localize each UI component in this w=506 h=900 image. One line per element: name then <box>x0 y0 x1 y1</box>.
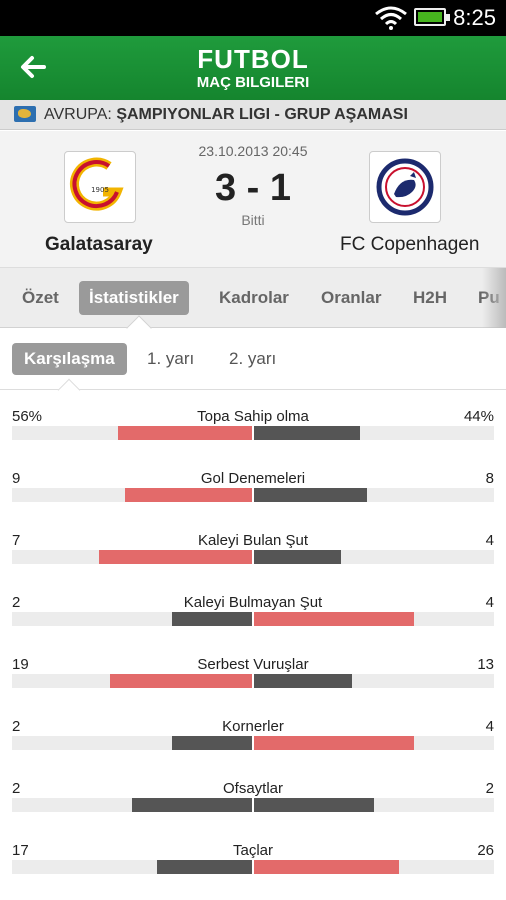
stat-label: Kaleyi Bulmayan Şut <box>183 594 323 611</box>
match-status: Bitti <box>241 212 265 228</box>
tabs-scroll-fade <box>482 268 506 328</box>
stat-label: Serbest Vuruşlar <box>197 656 309 673</box>
competition-league: ŞAMPIYONLAR LIGI - GRUP AŞAMASI <box>116 106 408 123</box>
stat-home-track <box>12 736 252 750</box>
stat-home-bar <box>117 426 252 440</box>
stat-away-value: 13 <box>477 656 494 673</box>
stat-away-value: 4 <box>485 594 494 611</box>
stat-home-bar <box>157 860 252 874</box>
subtab-second-half[interactable]: 2. yarı <box>229 343 276 375</box>
stat-away-track <box>254 674 494 688</box>
tab-ozet[interactable]: Özet <box>22 281 59 315</box>
stat-away-track <box>254 612 494 626</box>
away-team-name[interactable]: FC Copenhagen <box>340 234 479 256</box>
stat-home-track <box>12 612 252 626</box>
stat-away-value: 26 <box>477 842 494 859</box>
stat-home-track <box>12 426 252 440</box>
stat-label: Gol Denemeleri <box>200 470 306 487</box>
stat-away-track <box>254 736 494 750</box>
stat-away-track <box>254 426 494 440</box>
stat-home-track <box>12 550 252 564</box>
home-team-name[interactable]: Galatasaray <box>45 234 153 256</box>
page-title: FUTBOL <box>197 44 309 74</box>
stat-row: 17 Taçlar 26 <box>0 832 506 894</box>
competition-bar: AVRUPA: ŞAMPIYONLAR LIGI - GRUP AŞAMASI <box>0 100 506 130</box>
match-tabs: Özet İstatistikler Kadrolar Oranlar H2H … <box>0 268 506 328</box>
stat-label: Topa Sahip olma <box>197 408 309 425</box>
stat-label: Kaleyi Bulan Şut <box>197 532 309 549</box>
stat-row: 7 Kaleyi Bulan Şut 4 <box>0 522 506 584</box>
stat-away-value: 4 <box>485 718 494 735</box>
tab-oranlar[interactable]: Oranlar <box>321 281 381 315</box>
stat-away-bar <box>254 736 414 750</box>
competition-region: AVRUPA: <box>44 106 112 123</box>
stat-label: Ofsaytlar <box>222 780 283 797</box>
stat-row: 19 Serbest Vuruşlar 13 <box>0 646 506 708</box>
stat-away-bar <box>254 612 414 626</box>
stat-away-bar <box>254 798 374 812</box>
app-header: FUTBOL MAÇ BILGILERI <box>0 36 506 100</box>
stat-label: Taçlar <box>232 842 273 859</box>
stat-away-bar <box>254 488 367 502</box>
stat-away-value: 44% <box>463 408 494 425</box>
stat-home-bar <box>99 550 252 564</box>
stat-away-bar <box>254 860 400 874</box>
battery-icon <box>414 8 450 26</box>
stat-away-bar <box>254 674 352 688</box>
stat-home-bar <box>124 488 252 502</box>
clock: 8:25 <box>453 5 496 30</box>
status-bar: 8:25 <box>0 0 506 36</box>
competition-label: AVRUPA: ŞAMPIYONLAR LIGI - GRUP AŞAMASI <box>44 106 408 124</box>
tab-h2h[interactable]: H2H <box>413 281 447 315</box>
period-tabs: Karşılaşma 1. yarı 2. yarı <box>0 328 506 390</box>
match-header: 1905 23.10.2013 20:45 3 - 1 Bitti Galata… <box>0 131 506 268</box>
stat-away-value: 8 <box>485 470 494 487</box>
wifi-icon <box>375 6 407 30</box>
match-score: 3 - 1 <box>214 167 292 209</box>
subtab-first-half[interactable]: 1. yarı <box>147 343 194 375</box>
stat-away-bar <box>254 550 342 564</box>
stat-row: 2 Ofsaytlar 2 <box>0 770 506 832</box>
stat-away-track <box>254 860 494 874</box>
stat-home-track <box>12 674 252 688</box>
stat-row: 9 Gol Denemeleri 8 <box>0 460 506 522</box>
tab-istatistikler[interactable]: İstatistikler <box>79 281 189 315</box>
tab-kadrolar[interactable]: Kadrolar <box>219 281 289 315</box>
stat-away-track <box>254 550 494 564</box>
stat-home-bar <box>172 612 252 626</box>
europe-map-icon <box>14 106 36 122</box>
stat-home-track <box>12 860 252 874</box>
subtab-karsilasma[interactable]: Karşılaşma <box>12 343 127 375</box>
stat-row: 2 Kaleyi Bulmayan Şut 4 <box>0 584 506 646</box>
stat-home-bar <box>132 798 252 812</box>
stat-label: Kornerler <box>222 718 284 735</box>
match-datetime: 23.10.2013 20:45 <box>198 143 308 159</box>
stat-away-track <box>254 798 494 812</box>
stat-away-value: 2 <box>485 780 494 797</box>
stat-home-track <box>12 798 252 812</box>
stat-away-bar <box>254 426 360 440</box>
page-subtitle: MAÇ BILGILERI <box>196 74 310 91</box>
stat-home-bar <box>109 674 252 688</box>
stat-row: 2 Kornerler 4 <box>0 708 506 770</box>
stat-away-track <box>254 488 494 502</box>
stat-home-track <box>12 488 252 502</box>
stat-home-bar <box>172 736 252 750</box>
stat-row: 56% Topa Sahip olma 44% <box>0 398 506 460</box>
stat-away-value: 4 <box>485 532 494 549</box>
